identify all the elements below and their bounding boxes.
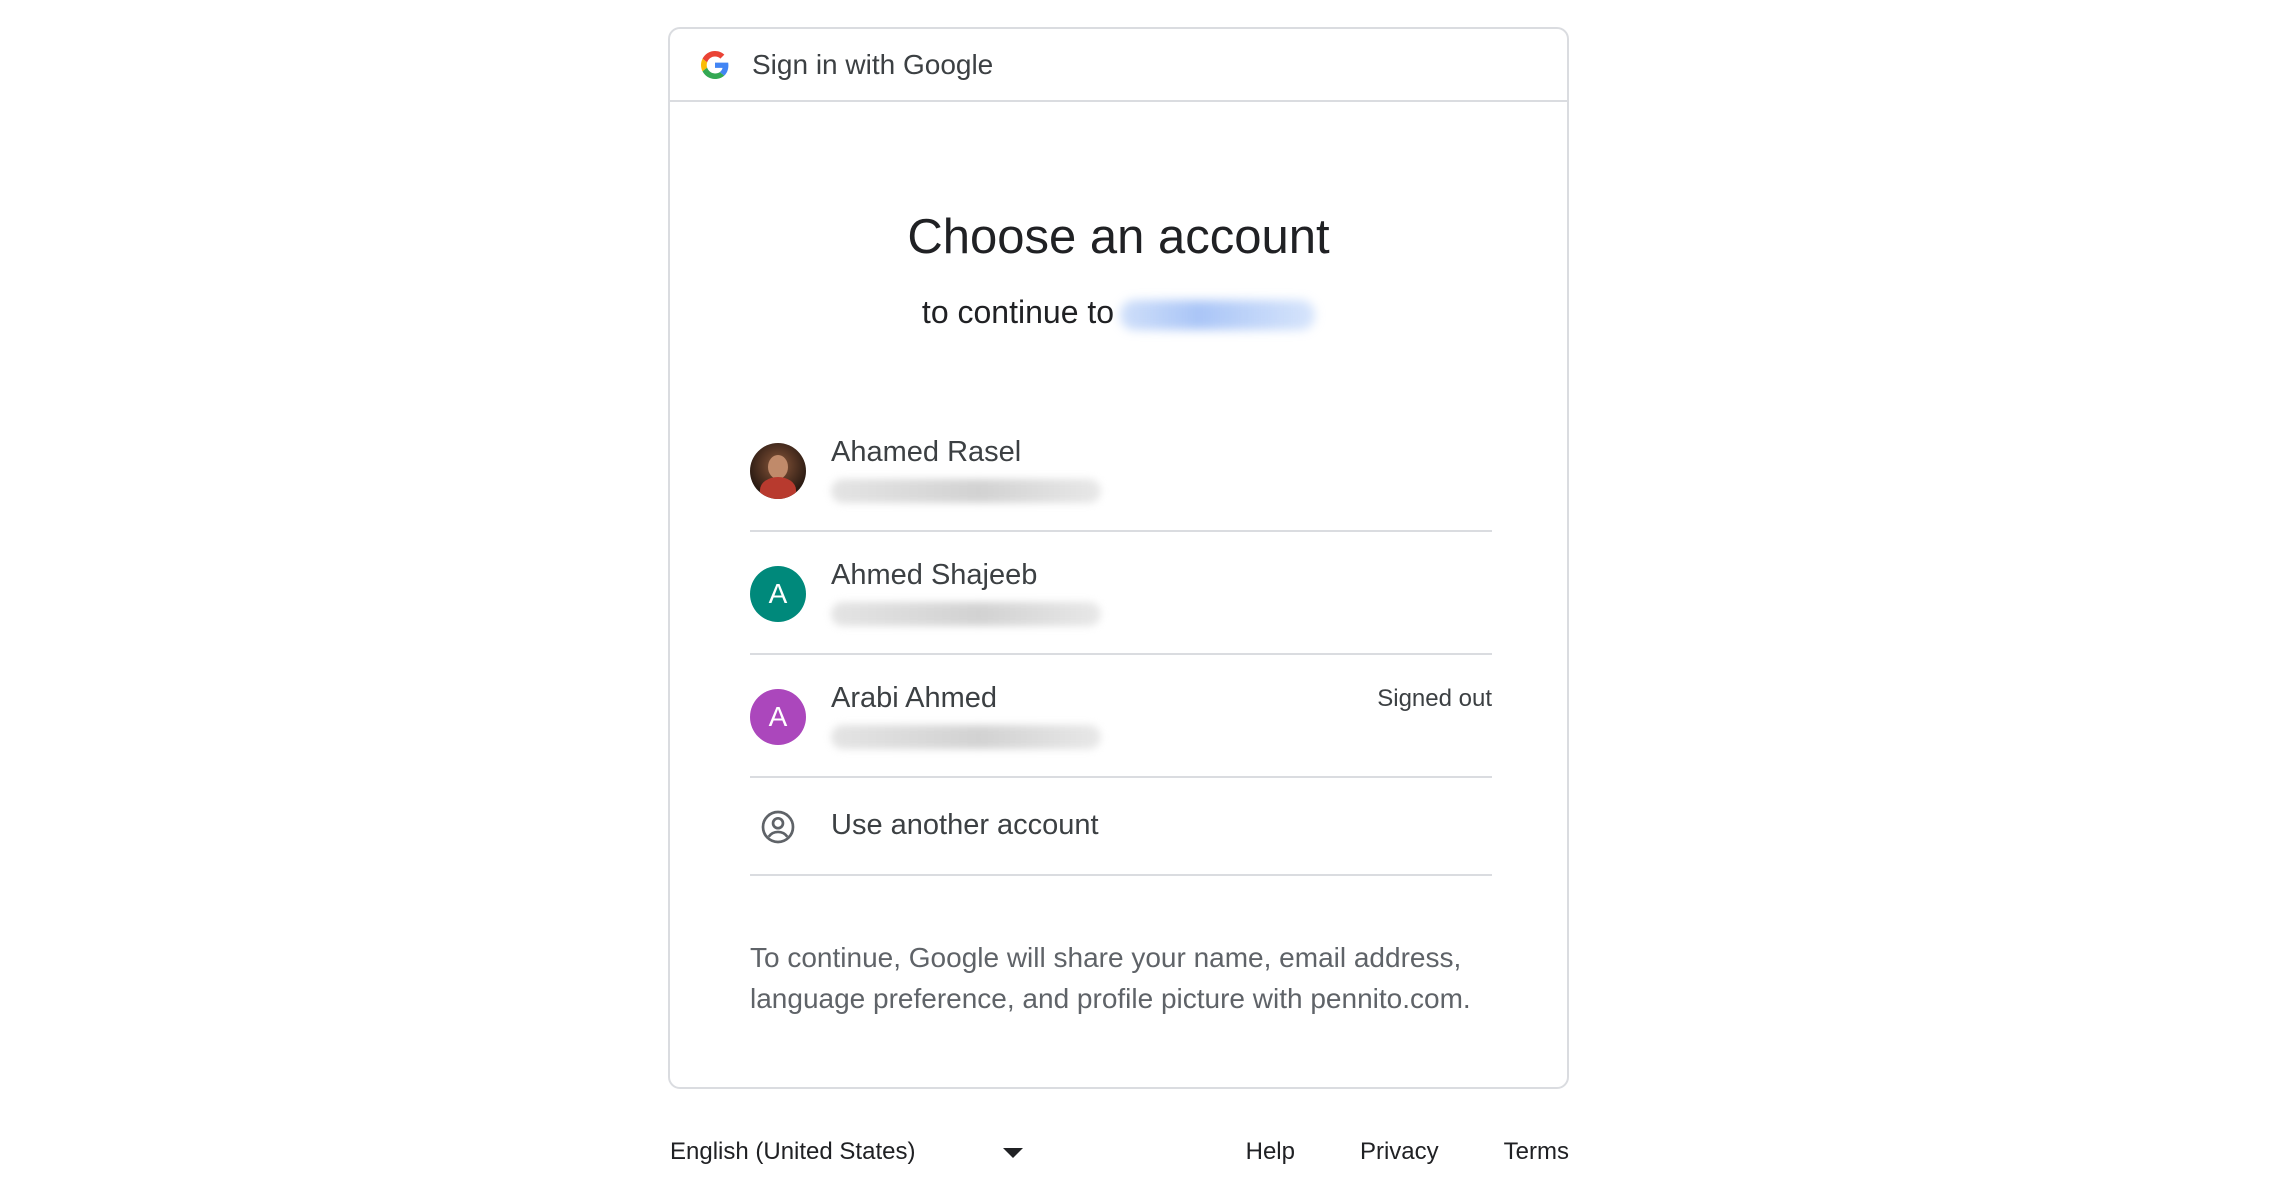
- disclaimer-line: To continue, Google will share your name…: [750, 942, 1462, 973]
- help-link[interactable]: Help: [1246, 1138, 1295, 1166]
- account-name: Ahmed Shajeeb: [831, 559, 1038, 591]
- use-another-account-button[interactable]: Use another account: [750, 778, 1492, 876]
- account-item[interactable]: A Ahmed Shajeeb: [750, 532, 1492, 655]
- page-subtitle: to continue to: [670, 294, 1567, 331]
- avatar: [750, 443, 806, 499]
- subtitle-prefix: to continue to: [921, 294, 1115, 330]
- redacted-app-link[interactable]: [1120, 299, 1316, 330]
- chevron-down-icon[interactable]: [1003, 1148, 1023, 1158]
- account-item[interactable]: A Arabi Ahmed Signed out: [750, 655, 1492, 778]
- account-list: Ahamed Rasel A Ahmed Shajeeb A Arabi Ahm…: [750, 409, 1492, 876]
- google-g-icon: [701, 50, 729, 79]
- privacy-link[interactable]: Privacy: [1360, 1138, 1439, 1166]
- use-another-account-label: Use another account: [831, 809, 1099, 841]
- footer-links: Help Privacy Terms: [1181, 1138, 1569, 1166]
- page: Sign in with Google Choose an account to…: [0, 0, 2276, 1200]
- language-selector[interactable]: English (United States): [670, 1138, 915, 1166]
- sign-in-card: Sign in with Google Choose an account to…: [668, 27, 1569, 1089]
- account-email-redacted: [831, 479, 1101, 503]
- card-header: Sign in with Google: [670, 29, 1567, 102]
- disclaimer-line: language preference, and profile picture…: [750, 983, 1471, 1014]
- data-sharing-disclaimer: To continue, Google will share your name…: [750, 937, 1510, 1019]
- header-title: Sign in with Google: [752, 48, 994, 80]
- terms-link[interactable]: Terms: [1504, 1138, 1569, 1166]
- account-circle-icon: [760, 809, 796, 845]
- account-email-redacted: [831, 725, 1101, 749]
- language-label: English (United States): [670, 1138, 916, 1165]
- avatar: A: [750, 566, 806, 622]
- account-email-redacted: [831, 602, 1101, 626]
- account-name: Arabi Ahmed: [831, 682, 998, 714]
- account-item[interactable]: Ahamed Rasel: [750, 409, 1492, 532]
- page-title: Choose an account: [907, 210, 1330, 264]
- account-name: Ahamed Rasel: [831, 436, 1022, 468]
- account-status-badge: Signed out: [1377, 685, 1492, 712]
- avatar: A: [750, 689, 806, 745]
